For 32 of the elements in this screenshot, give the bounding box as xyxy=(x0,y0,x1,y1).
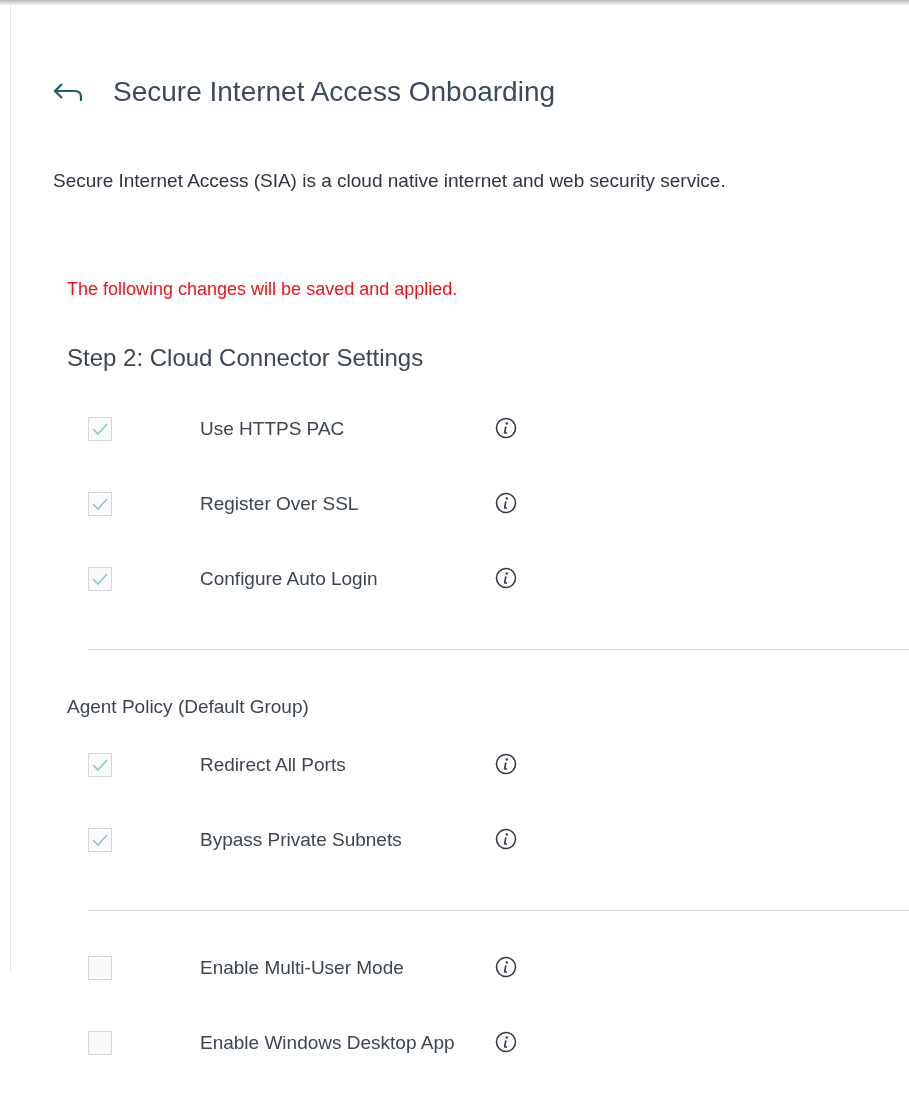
notice-text: The following changes will be saved and applied. xyxy=(67,279,459,300)
checkmark-icon xyxy=(91,572,109,586)
info-icon[interactable] xyxy=(495,567,517,589)
info-icon[interactable] xyxy=(495,492,517,514)
option-label: Bypass Private Subnets xyxy=(200,828,403,852)
option-label: Redirect All Ports xyxy=(200,753,347,777)
option-label: Register Over SSL xyxy=(200,492,360,516)
option-label: Enable Multi-User Mode xyxy=(200,956,405,980)
option-label: Enable Windows Desktop App xyxy=(200,1031,456,1055)
info-icon[interactable] xyxy=(495,417,517,439)
option-label: Use HTTPS PAC xyxy=(200,417,346,441)
info-icon[interactable] xyxy=(495,828,517,850)
info-icon[interactable] xyxy=(495,956,517,978)
option-label: Configure Auto Login xyxy=(200,567,379,591)
step-title: Step 2: Cloud Connector Settings xyxy=(67,344,425,372)
checkbox[interactable] xyxy=(88,828,112,852)
checkmark-icon xyxy=(91,422,109,436)
info-icon[interactable] xyxy=(495,1031,517,1053)
checkbox[interactable] xyxy=(88,567,112,591)
checkbox[interactable] xyxy=(88,1031,112,1055)
info-icon[interactable] xyxy=(495,753,517,775)
checkbox[interactable] xyxy=(88,956,112,980)
checkmark-icon xyxy=(91,833,109,847)
page-title: Secure Internet Access Onboarding xyxy=(113,76,556,108)
group-heading: Agent Policy (Default Group) xyxy=(67,696,310,718)
checkmark-icon xyxy=(91,497,109,511)
description-text: Secure Internet Access (SIA) is a cloud native internet and web security service. xyxy=(53,170,727,192)
back-arrow-icon[interactable] xyxy=(53,81,83,103)
checkbox[interactable] xyxy=(88,492,112,516)
checkbox[interactable] xyxy=(88,417,112,441)
checkbox[interactable] xyxy=(88,753,112,777)
checkmark-icon xyxy=(91,758,109,772)
